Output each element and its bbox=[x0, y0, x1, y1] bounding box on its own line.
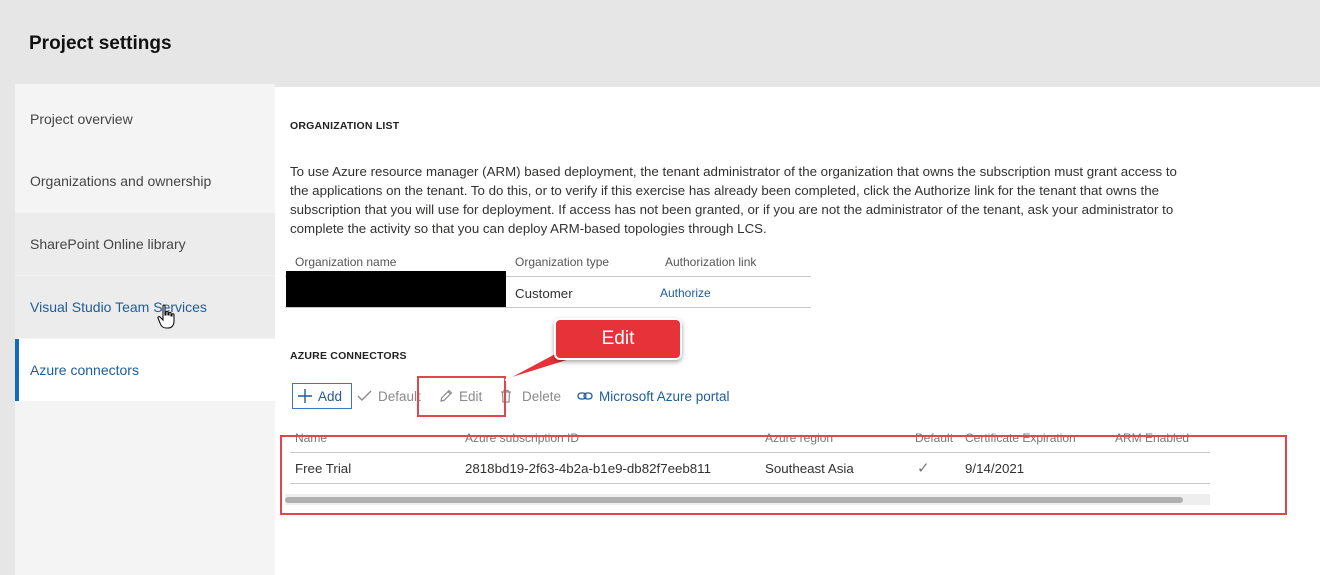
delete-button[interactable]: Delete bbox=[500, 383, 561, 409]
organization-list-title: ORGANIZATION LIST bbox=[290, 120, 400, 132]
settings-sidebar: Project overview Organizations and owner… bbox=[15, 84, 275, 575]
table-divider bbox=[285, 307, 811, 308]
sidebar-item-project-overview[interactable]: Project overview bbox=[15, 88, 275, 150]
azure-portal-link-label: Microsoft Azure portal bbox=[599, 388, 730, 404]
organization-list-description: To use Azure resource manager (ARM) base… bbox=[290, 164, 1177, 236]
add-button-label: Add bbox=[318, 388, 343, 404]
plus-icon bbox=[298, 389, 312, 403]
sidebar-item-sharepoint[interactable]: SharePoint Online library bbox=[15, 213, 275, 275]
redacted-organization-name bbox=[286, 271, 506, 307]
delete-button-label: Delete bbox=[522, 388, 562, 404]
hand-cursor-icon bbox=[157, 304, 175, 329]
grid-highlight-box bbox=[280, 435, 1287, 515]
link-icon bbox=[577, 392, 593, 400]
authorize-link[interactable]: Authorize bbox=[660, 286, 711, 300]
sidebar-item-organizations[interactable]: Organizations and ownership bbox=[15, 150, 275, 212]
column-header-organization-name[interactable]: Organization name bbox=[295, 255, 396, 269]
default-button[interactable]: Default bbox=[357, 383, 421, 409]
sidebar-item-vsts[interactable]: Visual Studio Team Services bbox=[15, 276, 275, 338]
checkmark-icon bbox=[357, 390, 372, 401]
default-button-label: Default bbox=[378, 388, 421, 404]
column-header-authorization-link[interactable]: Authorization link bbox=[665, 255, 756, 269]
page-title: Project settings bbox=[29, 33, 172, 54]
azure-portal-link[interactable]: Microsoft Azure portal bbox=[577, 383, 730, 409]
sidebar-item-azure-connectors[interactable]: Azure connectors bbox=[15, 339, 275, 401]
organization-type-cell: Customer bbox=[515, 286, 573, 301]
add-button[interactable]: Add bbox=[292, 383, 352, 409]
azure-connectors-title: AZURE CONNECTORS bbox=[290, 350, 407, 362]
column-header-organization-type[interactable]: Organization type bbox=[515, 255, 609, 269]
edit-callout: Edit bbox=[554, 318, 682, 360]
